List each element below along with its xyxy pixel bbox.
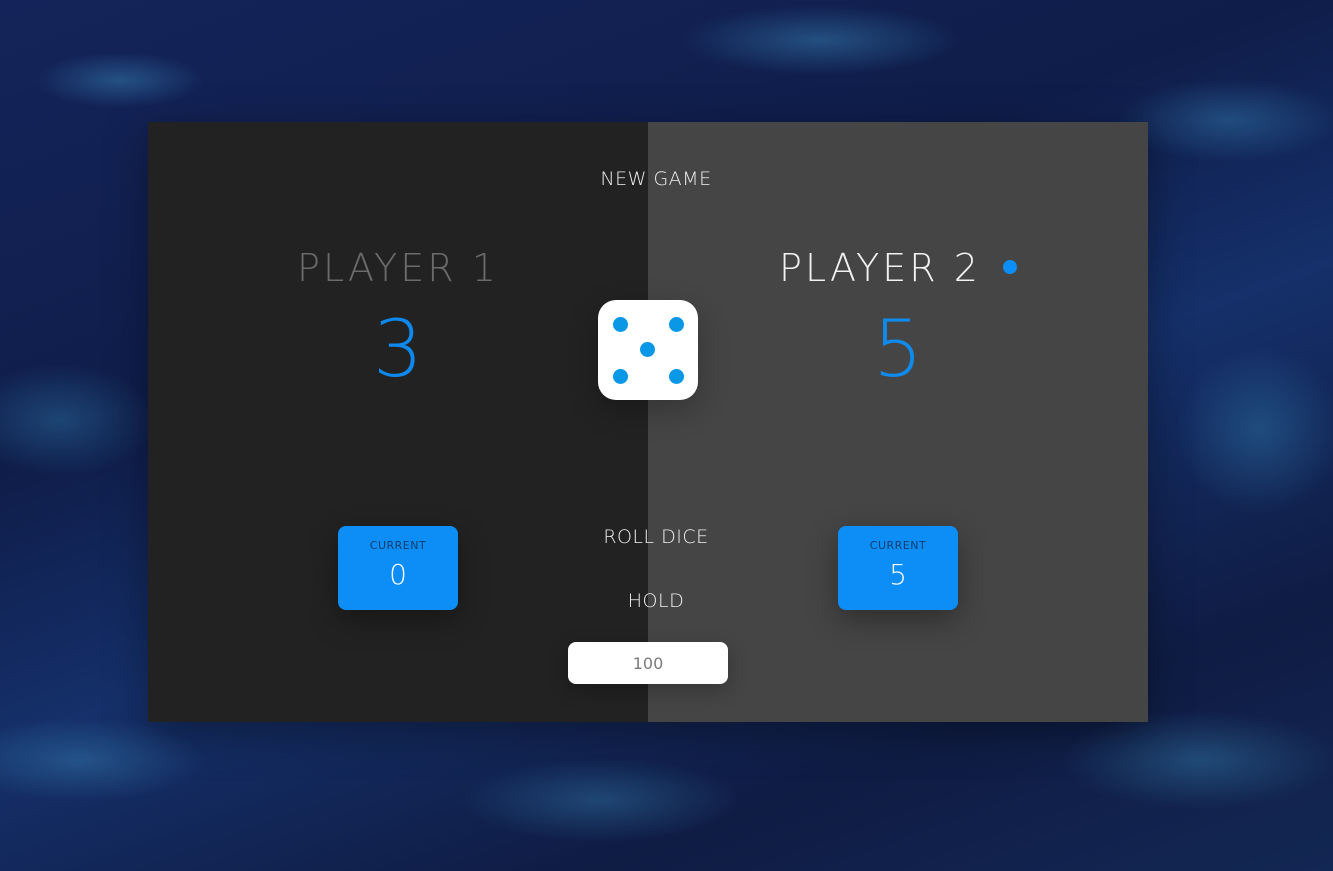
player-2-panel: PLAYER 2 5 CURRENT 5 (648, 122, 1148, 722)
player-2-name-text: PLAYER 2 (779, 246, 981, 290)
player-1-name-text: PLAYER 1 (297, 246, 499, 290)
target-score-input[interactable] (568, 642, 728, 684)
dice-pip (613, 369, 628, 384)
player-1-current-score: 0 (389, 558, 407, 591)
player-2-current-box: CURRENT 5 (838, 526, 958, 610)
player-1-score: 3 (373, 305, 423, 395)
roll-dice-button[interactable]: ROLL DICE (603, 526, 708, 548)
active-player-indicator-icon (1002, 259, 1017, 274)
new-game-button[interactable]: NEW GAME (600, 168, 711, 190)
player-2-name: PLAYER 2 (648, 244, 1148, 292)
dice-pip (613, 317, 628, 332)
player-2-score: 5 (873, 305, 923, 395)
player-1-current-label: CURRENT (369, 539, 427, 552)
dice-pip (640, 342, 655, 357)
dice-pip (669, 317, 684, 332)
player-1-current-box: CURRENT 0 (338, 526, 458, 610)
player-2-current-score: 5 (889, 558, 907, 591)
player-2-current-label: CURRENT (869, 539, 927, 552)
dice-pip (669, 369, 684, 384)
player-1-panel: PLAYER 1 3 CURRENT 0 (148, 122, 648, 722)
game-board: PLAYER 1 3 CURRENT 0 PLAYER 2 5 CURRENT … (148, 122, 1148, 722)
player-1-name: PLAYER 1 (148, 244, 648, 292)
dice-five-icon (598, 300, 698, 400)
hold-button[interactable]: HOLD (628, 590, 684, 612)
